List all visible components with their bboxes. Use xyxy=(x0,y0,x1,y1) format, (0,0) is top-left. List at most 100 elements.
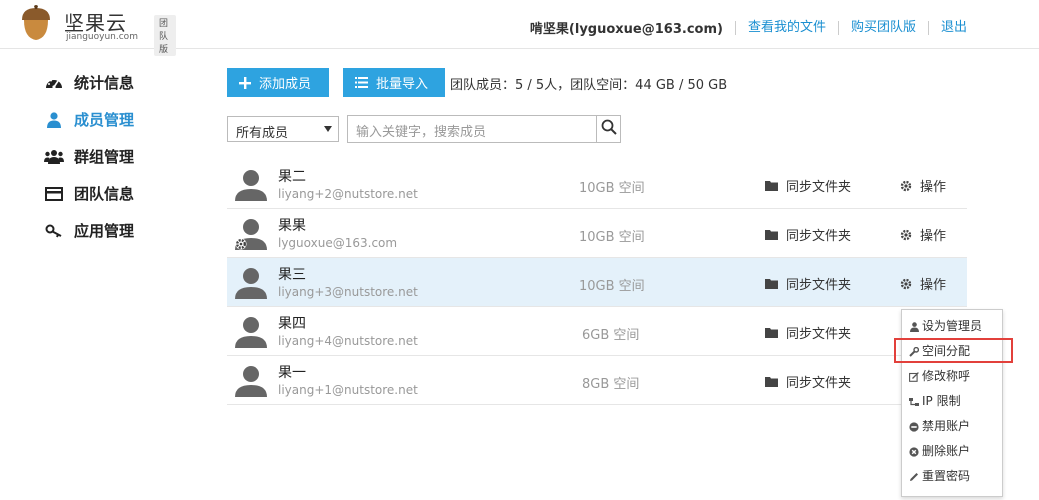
member-list: 果二 liyang+2@nutstore.net 10GB 空间 同步文件夹 操… xyxy=(227,160,967,405)
member-row[interactable]: 果四 liyang+4@nutstore.net 6GB 空间 同步文件夹 xyxy=(227,307,967,356)
sidebar-item-label: 统计信息 xyxy=(74,74,135,92)
menu-item-rename[interactable]: 修改称呼 xyxy=(902,364,1002,389)
top-header: 坚果云 jianguoyun.com 团队版 啃坚果(lyguoxue@163.… xyxy=(0,0,1039,56)
sidebar-item-stats[interactable]: 统计信息 xyxy=(44,64,134,101)
search-placeholder: 输入关键字，搜索成员 xyxy=(356,125,487,140)
buy-team-link[interactable]: 购买团队版 xyxy=(837,20,928,35)
member-space: 10GB 空间 xyxy=(579,230,645,245)
gear-icon xyxy=(900,180,912,192)
menu-item-set-admin[interactable]: 设为管理员 xyxy=(902,314,1002,339)
sync-folder-link[interactable]: 同步文件夹 xyxy=(765,323,851,342)
bulk-import-label: 批量导入 xyxy=(376,76,429,91)
add-member-button[interactable]: 添加成员 xyxy=(227,68,329,97)
member-email: liyang+4@nutstore.net xyxy=(278,334,418,348)
card-icon xyxy=(44,185,64,203)
member-email: liyang+2@nutstore.net xyxy=(278,187,418,201)
callout-highlight-box xyxy=(894,338,1013,363)
minus-circle-icon xyxy=(909,421,919,432)
edit-icon xyxy=(909,371,919,382)
team-stats: 团队成员：5 / 5人，团队空间：44 GB / 50 GB xyxy=(450,78,728,93)
sidebar-item-groups[interactable]: 群组管理 xyxy=(44,138,134,175)
ops-button[interactable]: 操作 xyxy=(900,274,946,293)
add-member-label: 添加成员 xyxy=(259,76,312,91)
group-icon xyxy=(44,148,64,166)
sync-folder-label: 同步文件夹 xyxy=(786,278,852,293)
sync-folder-link[interactable]: 同步文件夹 xyxy=(765,372,851,391)
search-icon xyxy=(601,119,617,139)
close-circle-icon xyxy=(909,446,919,457)
member-name: 果二 xyxy=(278,169,306,185)
gear-icon xyxy=(900,278,912,290)
brand-domain: jianguoyun.com xyxy=(66,32,138,42)
sidebar-item-apps[interactable]: 应用管理 xyxy=(44,212,134,249)
sync-folder-link[interactable]: 同步文件夹 xyxy=(765,274,851,293)
member-name: 果三 xyxy=(278,267,306,283)
menu-item-label: 重置密码 xyxy=(922,469,971,483)
member-row[interactable]: 果果 lyguoxue@163.com 10GB 空间 同步文件夹 操作 xyxy=(227,209,967,258)
sync-folder-link[interactable]: 同步文件夹 xyxy=(765,225,851,244)
avatar-icon xyxy=(233,167,269,203)
ops-button[interactable]: 操作 xyxy=(900,225,946,244)
bulk-import-button[interactable]: 批量导入 xyxy=(343,68,445,97)
sidebar-item-label: 群组管理 xyxy=(74,148,135,166)
caret-down-icon xyxy=(324,126,332,132)
member-space: 10GB 空间 xyxy=(579,181,645,196)
menu-item-label: 禁用账户 xyxy=(922,419,971,433)
sync-folder-label: 同步文件夹 xyxy=(786,327,852,342)
member-search-input[interactable]: 输入关键字，搜索成员 xyxy=(347,115,597,143)
menu-item-reset-password[interactable]: 重置密码 xyxy=(902,464,1002,489)
member-row[interactable]: 果一 liyang+1@nutstore.net 8GB 空间 同步文件夹 xyxy=(227,356,967,405)
logo[interactable]: 坚果云 jianguoyun.com 团队版 xyxy=(16,4,176,56)
ops-label: 操作 xyxy=(920,278,947,293)
folder-icon xyxy=(765,278,778,289)
current-user: 啃坚果(lyguoxue@163.com) xyxy=(529,22,723,37)
member-space: 6GB 空间 xyxy=(582,328,640,343)
my-files-link[interactable]: 查看我的文件 xyxy=(734,20,838,35)
user-icon xyxy=(44,111,64,129)
member-name: 果一 xyxy=(278,365,306,381)
logout-link[interactable]: 退出 xyxy=(927,20,979,35)
menu-item-disable-account[interactable]: 禁用账户 xyxy=(902,414,1002,439)
member-name: 果四 xyxy=(278,316,306,332)
folder-icon xyxy=(765,376,778,387)
member-email: liyang+1@nutstore.net xyxy=(278,383,418,397)
key-icon xyxy=(44,222,64,240)
sidebar-item-team-info[interactable]: 团队信息 xyxy=(44,175,134,212)
sidebar: 统计信息 成员管理 群组管理 团队信息 应用管理 xyxy=(44,64,134,249)
sidebar-item-label: 团队信息 xyxy=(74,185,135,203)
folder-icon xyxy=(765,229,778,240)
acorn-logo-icon xyxy=(22,5,50,40)
member-name: 果果 xyxy=(278,218,306,234)
sync-folder-label: 同步文件夹 xyxy=(786,229,852,244)
menu-item-ip-limit[interactable]: IP 限制 xyxy=(902,389,1002,414)
sync-folder-link[interactable]: 同步文件夹 xyxy=(765,176,851,195)
sidebar-item-members[interactable]: 成员管理 xyxy=(44,101,134,138)
member-row-selected[interactable]: 果三 liyang+3@nutstore.net 10GB 空间 同步文件夹 操… xyxy=(227,258,967,307)
dashboard-icon xyxy=(44,74,64,92)
menu-item-label: 删除账户 xyxy=(922,444,971,458)
plus-icon xyxy=(239,76,251,89)
menu-item-label: 设为管理员 xyxy=(922,319,983,333)
member-email: lyguoxue@163.com xyxy=(278,236,398,250)
folder-icon xyxy=(765,180,778,191)
search-button[interactable] xyxy=(596,115,621,143)
sync-folder-label: 同步文件夹 xyxy=(786,376,852,391)
sidebar-item-label: 应用管理 xyxy=(74,222,135,240)
menu-item-delete-account[interactable]: 删除账户 xyxy=(902,439,1002,464)
member-row[interactable]: 果二 liyang+2@nutstore.net 10GB 空间 同步文件夹 操… xyxy=(227,160,967,209)
edition-badge: 团队版 xyxy=(154,15,176,56)
member-space: 10GB 空间 xyxy=(579,279,645,294)
pencil-icon xyxy=(909,472,919,482)
folder-icon xyxy=(765,327,778,338)
ops-button[interactable]: 操作 xyxy=(900,176,946,195)
menu-item-label: IP 限制 xyxy=(922,394,961,408)
user-area: 啃坚果(lyguoxue@163.com) 查看我的文件 购买团队版 退出 xyxy=(530,18,979,37)
avatar-icon xyxy=(233,314,269,350)
avatar-icon xyxy=(233,265,269,301)
menu-item-label: 修改称呼 xyxy=(922,369,971,383)
list-icon xyxy=(355,77,368,88)
user-icon xyxy=(909,321,919,332)
member-email: liyang+3@nutstore.net xyxy=(278,285,418,299)
admin-avatar-icon xyxy=(233,216,269,252)
member-filter-select[interactable]: 所有成员 xyxy=(227,116,339,142)
